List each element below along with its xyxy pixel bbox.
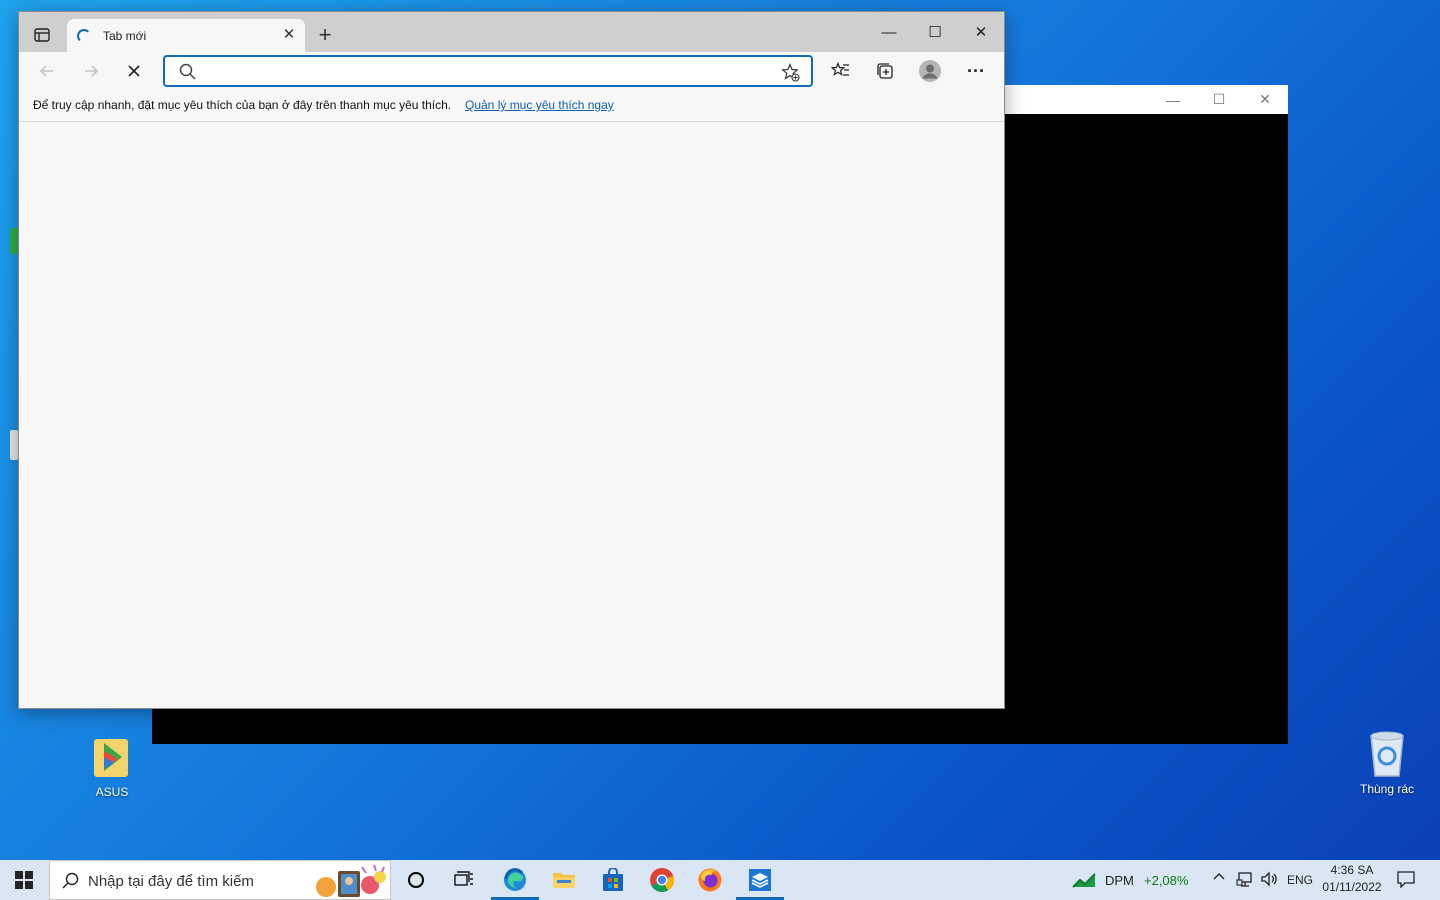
loading-spinner-icon [77,29,91,43]
stop-loading-button[interactable] [118,56,150,86]
clock-date: 01/11/2022 [1322,880,1382,894]
store-bag-icon [603,868,623,891]
minimize-button[interactable]: — [866,12,912,52]
action-center-button[interactable] [1396,870,1420,890]
desktop-icon-label: Thùng rác [1359,782,1415,796]
network-button[interactable] [1236,870,1256,890]
taskbar-firefox[interactable] [686,860,734,900]
minimize-icon: — [1166,91,1180,108]
favorites-star-icon [831,61,849,76]
background-window-maximize-button[interactable]: ☐ [1196,85,1242,114]
taskbar-edge[interactable] [491,860,539,900]
more-dots-icon: ··· [967,60,985,81]
address-input[interactable] [201,61,771,81]
favorites-bar: Để truy cập nhanh, đặt mục yêu thích của… [19,90,1004,122]
maximize-icon: ☐ [928,24,942,41]
close-icon: ✕ [282,26,296,43]
desktop-icon-recycle-bin[interactable]: Thùng rác [1342,730,1432,796]
maximize-icon: ☐ [1212,91,1226,107]
tab-strip[interactable]: Tab mới ✕ + — ☐ ✕ [19,12,1004,52]
new-tab-button[interactable]: + [311,23,339,49]
stop-icon [128,65,140,77]
maximize-button[interactable]: ☐ [912,12,958,52]
recycle-bin-icon [1365,730,1409,777]
tab-close-button[interactable]: ✕ [279,25,299,45]
close-button[interactable]: ✕ [958,12,1004,52]
back-button[interactable] [31,56,63,86]
search-highlight-illustration-icon [316,864,386,897]
chrome-icon [650,868,675,893]
profile-button[interactable] [914,56,946,86]
volume-button[interactable] [1260,870,1280,890]
browser-window[interactable]: Tab mới ✕ + — ☐ ✕ ··· Để truy cập nhanh,… [18,11,1005,709]
tab-new-tab[interactable]: Tab mới ✕ [67,19,305,52]
add-favorite-icon[interactable] [781,63,800,82]
taskbar-mail-app[interactable] [736,860,784,900]
arrow-left-icon [39,65,53,77]
taskbar-search-box[interactable] [49,860,391,900]
taskbar-file-explorer[interactable] [540,860,588,900]
address-bar[interactable] [163,55,813,87]
search-icon [179,63,196,80]
taskbar: DPM +2,08% ENG 4:36 SA 01/11/2022 [0,860,1440,900]
asus-icon [90,733,134,779]
manage-favorites-link[interactable]: Quản lý mục yêu thích ngay [465,98,614,112]
collections-icon [877,63,893,79]
page-content [19,122,1004,708]
cortana-button[interactable] [392,860,440,900]
windows-icon [15,871,33,889]
favorites-button[interactable] [825,56,857,86]
more-menu-button[interactable]: ··· [960,56,992,86]
speaker-icon [1261,871,1277,887]
forward-button[interactable] [75,56,107,86]
task-view-icon [454,871,473,886]
cortana-circle-icon [407,871,425,889]
taskbar-chrome[interactable] [638,860,686,900]
desktop-icon-label: ASUS [95,785,129,799]
clock[interactable]: 4:36 SA 01/11/2022 [1318,862,1386,898]
folder-icon [553,873,575,888]
stock-chart-icon [1072,873,1096,888]
tab-actions-button[interactable] [25,22,59,48]
tab-actions-icon [34,28,50,42]
firefox-icon [698,868,722,892]
collections-button[interactable] [869,56,901,86]
close-icon: ✕ [1259,91,1271,107]
arrow-right-icon [85,65,99,77]
task-view-button[interactable] [440,860,488,900]
desktop-icon-partial[interactable] [0,228,18,266]
background-window-titlebar[interactable]: — ☐ ✕ [1004,85,1288,114]
clock-time: 4:36 SA [1330,863,1374,877]
edge-icon [504,868,526,891]
minimize-icon: — [881,23,897,41]
taskbar-search-input[interactable] [88,871,308,891]
show-hidden-icons-button[interactable] [1212,870,1230,890]
network-icon [1236,872,1252,887]
desktop-icon-asus[interactable]: ASUS [67,733,157,799]
tab-title: Tab mới [103,29,147,43]
mail-app-icon [749,869,771,891]
close-icon: ✕ [974,24,988,41]
plus-icon: + [318,22,332,47]
browser-toolbar: ··· [19,52,1004,90]
favorites-bar-message: Để truy cập nhanh, đặt mục yêu thích của… [33,98,452,112]
avatar-icon [919,60,941,82]
background-window-close-button[interactable]: ✕ [1242,85,1288,114]
start-button[interactable] [0,860,48,900]
stock-change[interactable]: +2,08% [1144,873,1188,888]
notification-icon [1397,871,1415,889]
taskbar-store[interactable] [589,860,637,900]
desktop-icon-partial[interactable] [0,430,18,480]
stock-symbol[interactable]: DPM [1105,873,1134,888]
background-window-minimize-button[interactable]: — [1150,85,1196,114]
input-language[interactable]: ENG [1287,873,1313,887]
search-icon [62,872,79,889]
chevron-up-icon [1213,873,1225,880]
